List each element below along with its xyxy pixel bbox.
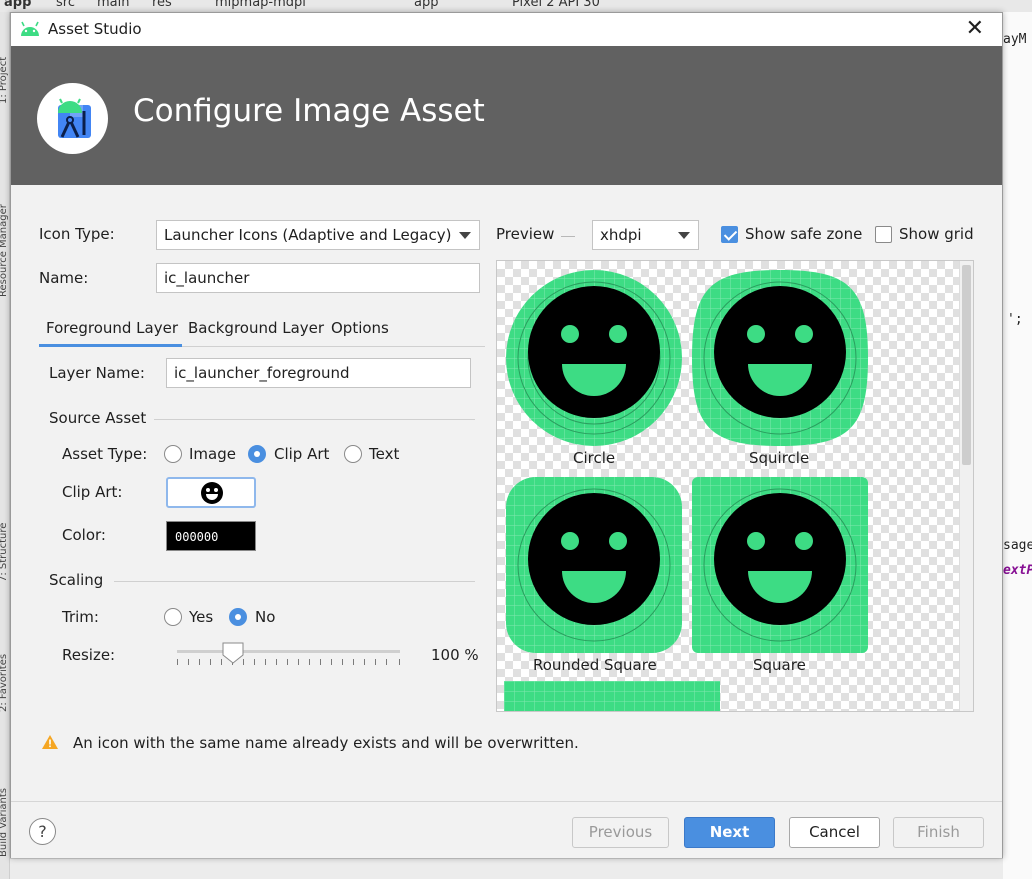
header-banner: Configure Image Asset <box>11 46 1002 185</box>
title-bar: Asset Studio ✕ <box>11 13 1002 46</box>
chevron-down-icon <box>678 232 690 239</box>
window-title: Asset Studio <box>48 20 142 38</box>
name-label: Name: <box>39 269 89 287</box>
resize-slider-ticks <box>177 659 400 665</box>
trim-no-label[interactable]: No <box>255 608 275 626</box>
code-fragment: ayM <box>1003 32 1027 47</box>
asset-type-text-radio[interactable] <box>344 445 362 463</box>
code-fragment: '; <box>1007 312 1023 327</box>
cancel-button[interactable]: Cancel <box>789 817 880 848</box>
trim-label: Trim: <box>62 608 99 626</box>
show-grid-checkbox[interactable] <box>875 226 892 243</box>
ide-status-strip <box>10 858 1003 879</box>
show-safe-zone-label[interactable]: Show safe zone <box>745 225 862 243</box>
finish-button[interactable]: Finish <box>893 817 984 848</box>
preview-pane[interactable]: Circle Squircle Rounded Square Square <box>496 260 974 712</box>
page-title: Configure Image Asset <box>133 93 485 129</box>
ide-tool-strip: 1: Project Resource Manager 7: Structure… <box>0 12 10 879</box>
preview-divider <box>561 236 575 237</box>
asset-type-image-radio[interactable] <box>164 445 182 463</box>
asset-type-label: Asset Type: <box>62 445 148 463</box>
density-value: xhdpi <box>600 226 642 244</box>
tool-structure[interactable]: 7: Structure <box>0 523 9 582</box>
trim-yes-radio[interactable] <box>164 608 182 626</box>
shape-label-circle: Circle <box>573 449 616 467</box>
warning-icon <box>42 735 58 749</box>
resize-slider-track[interactable] <box>177 650 400 653</box>
layer-name-input[interactable]: ic_launcher_foreground <box>166 358 471 388</box>
tab-background-layer[interactable]: Background Layer <box>188 319 324 337</box>
tool-favorites[interactable]: 2: Favorites <box>0 654 9 712</box>
tool-build-variants[interactable]: Build Variants <box>0 788 9 857</box>
breadcrumb-app[interactable]: app <box>4 0 31 10</box>
icon-type-dropdown[interactable]: Launcher Icons (Adaptive and Legacy) <box>156 220 480 250</box>
run-config[interactable]: app <box>414 0 438 10</box>
clip-art-button[interactable] <box>166 477 256 508</box>
breadcrumb-mipmap[interactable]: mipmap-mdpi <box>215 0 306 10</box>
shape-label-rounded-square: Rounded Square <box>533 656 657 674</box>
help-icon[interactable]: ? <box>29 818 56 845</box>
preview-scrollbar[interactable] <box>959 261 973 711</box>
breadcrumb-main[interactable]: main <box>97 0 129 10</box>
squircle-preview-icon <box>692 270 868 446</box>
smiley-icon <box>201 482 223 504</box>
scaling-heading: Scaling <box>49 571 104 589</box>
asset-type-clipart-label[interactable]: Clip Art <box>274 445 329 463</box>
android-studio-logo <box>37 83 108 154</box>
active-tab-indicator <box>39 344 182 347</box>
tool-project[interactable]: 1: Project <box>0 57 9 104</box>
trim-no-radio[interactable] <box>229 608 247 626</box>
ide-editor-edge: ayM '; sage extP <box>1003 12 1032 879</box>
rounded-square-preview-icon <box>506 477 682 653</box>
name-input[interactable]: ic_launcher <box>156 263 480 293</box>
asset-type-text-label[interactable]: Text <box>369 445 399 463</box>
preview-label: Preview <box>496 225 555 243</box>
show-safe-zone-checkbox[interactable] <box>721 226 738 243</box>
asset-studio-dialog: Asset Studio ✕ Configure Image Asset Ico… <box>10 12 1003 858</box>
square-preview-icon <box>692 477 868 653</box>
legacy-preview-icon <box>504 681 720 711</box>
shape-label-squircle: Squircle <box>749 449 810 467</box>
next-button[interactable]: Next <box>684 817 775 848</box>
asset-type-clipart-radio[interactable] <box>248 445 266 463</box>
warning-message: An icon with the same name already exist… <box>73 734 579 752</box>
resize-slider-thumb[interactable] <box>222 642 244 664</box>
tool-resource-manager[interactable]: Resource Manager <box>0 204 9 297</box>
chevron-down-icon <box>459 232 471 239</box>
device-selector[interactable]: Pixel 2 API 30 <box>512 0 600 10</box>
clip-art-label: Clip Art: <box>62 483 123 501</box>
scaling-divider <box>114 581 475 582</box>
color-label: Color: <box>62 526 106 544</box>
breadcrumb-src[interactable]: src <box>56 0 75 10</box>
code-fragment: extP <box>1003 563 1032 578</box>
icon-type-value: Launcher Icons (Adaptive and Legacy) <box>164 226 452 244</box>
close-icon[interactable]: ✕ <box>966 16 984 41</box>
show-grid-label[interactable]: Show grid <box>899 225 974 243</box>
layer-name-label: Layer Name: <box>49 364 145 382</box>
icon-type-label: Icon Type: <box>39 225 115 243</box>
code-fragment: sage <box>1003 538 1032 553</box>
previous-button[interactable]: Previous <box>572 817 669 848</box>
ide-toolbar: app src main res mipmap-mdpi app Pixel 2… <box>0 0 1032 12</box>
resize-value: 100 % <box>431 646 479 664</box>
asset-type-image-label[interactable]: Image <box>189 445 236 463</box>
source-asset-divider <box>154 419 475 420</box>
density-dropdown[interactable]: xhdpi <box>592 220 699 250</box>
circle-preview-icon <box>506 270 682 446</box>
tab-foreground-layer[interactable]: Foreground Layer <box>46 319 178 337</box>
breadcrumb-res[interactable]: res <box>152 0 172 10</box>
shape-label-square: Square <box>753 656 806 674</box>
color-picker[interactable]: 000000 <box>166 521 256 551</box>
source-asset-heading: Source Asset <box>49 409 147 427</box>
trim-yes-label[interactable]: Yes <box>189 608 213 626</box>
dialog-footer: ? Previous Next Cancel Finish <box>11 801 1002 858</box>
tab-options[interactable]: Options <box>331 319 389 337</box>
preview-scrollbar-thumb[interactable] <box>962 265 971 465</box>
android-icon <box>19 21 41 41</box>
resize-label: Resize: <box>62 646 116 664</box>
